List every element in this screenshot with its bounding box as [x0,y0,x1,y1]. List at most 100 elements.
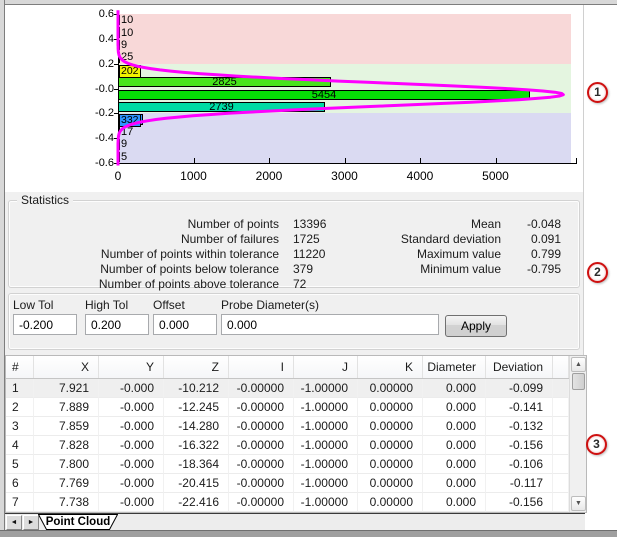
scroll-up-button[interactable]: ▲ [571,357,586,372]
stat-value: 11220 [293,247,326,261]
table-cell: -1.00000 [294,398,358,417]
stat-label: Mean [470,217,501,231]
table-header-cell-y[interactable]: Y [99,356,164,378]
table-row[interactable]: 2 7.889 -0.000 -12.245 -0.00000 -1.00000 0.000… [6,398,569,417]
stat-value: 0.799 [530,247,561,261]
scroll-down-button[interactable]: ▼ [571,496,586,511]
stat-row: Number of points within tolerance 11220 [17,247,353,262]
table-cell: 0.00000 [358,474,423,493]
probe-diameter-label: Probe Diameter(s) [221,298,320,312]
table-cell: -1.00000 [294,417,358,436]
table-cell: -0.156 [486,436,553,455]
high-tol-label: High Tol [85,298,129,312]
table-cell: 5 [6,455,34,474]
table-row[interactable]: 1 7.921 -0.000 -10.212 -0.00000 -1.00000 0.000… [6,379,569,398]
table-cell: 7.859 [34,417,99,436]
scroll-thumb[interactable] [572,373,585,390]
table-cell: 0.000 [423,398,486,417]
table-cell: -18.364 [164,455,229,474]
table-cell: -0.117 [486,474,553,493]
statistics-title: Statistics [17,193,74,207]
table-cell: -0.00000 [229,436,294,455]
table-cell: -0.106 [486,455,553,474]
table-cell: 1 [6,379,34,398]
table-cell: -1.00000 [294,474,358,493]
tab-label: Point Cloud [45,516,111,528]
table-cell: -0.000 [99,493,164,512]
table-cell: -1.00000 [294,379,358,398]
statistics-right-column: Mean -0.048 Standard deviation 0.091 Maximum… [351,217,561,277]
table-cell: 0.00000 [358,379,423,398]
table-header-cell-i[interactable]: I [229,356,294,378]
table-cell: -0.132 [486,417,553,436]
table-cell: 0.000 [423,379,486,398]
table-cell: 3 [6,417,34,436]
table-cell: -1.00000 [294,455,358,474]
table-cell: 0.000 [423,493,486,512]
callout-2: 2 [587,262,608,283]
table-cell: -0.000 [99,455,164,474]
stat-label: Minimum value [420,262,501,276]
table-row[interactable]: 5 7.800 -0.000 -18.364 -0.00000 -1.00000 0.000… [6,455,569,474]
stat-label: Maximum value [416,247,501,261]
table-cell: -0.000 [99,379,164,398]
table-cell: -0.00000 [229,493,294,512]
table-row[interactable]: 7 7.738 -0.000 -22.416 -0.00000 -1.00000 0.000… [6,493,569,512]
stat-row: Number of failures 1725 [17,232,353,247]
table-cell: 7.738 [34,493,99,512]
table-row[interactable]: 4 7.828 -0.000 -16.322 -0.00000 -1.00000 0.000… [6,436,569,455]
table-header-filler [553,356,569,378]
stat-value: -0.795 [526,262,561,276]
table-header-cell-diameter[interactable]: Diameter [423,356,486,378]
table-header-cell-z[interactable]: Z [164,356,229,378]
table-cell: 0.000 [423,455,486,474]
table-cell: -0.00000 [229,379,294,398]
stat-row: Minimum value -0.795 [351,262,561,277]
point-cloud-table: # X Y Z I J K Diameter Deviation 1 7.921 -0.000 -10… [5,355,587,513]
stat-value: 13396 [293,217,327,231]
table-cell: -0.099 [486,379,553,398]
stat-row: Mean -0.048 [351,217,561,232]
table-cell-filler [553,398,569,417]
offset-input[interactable] [153,314,217,335]
table-cell: -0.000 [99,474,164,493]
table-cell-filler [553,417,569,436]
table-row[interactable]: 3 7.859 -0.000 -14.280 -0.00000 -1.00000 0.000… [6,417,569,436]
table-row[interactable]: 6 7.769 -0.000 -20.415 -0.00000 -1.00000 0.000… [6,474,569,493]
table-cell: 0.000 [423,474,486,493]
table-cell: -22.416 [164,493,229,512]
probe-diameter-input[interactable] [221,314,439,335]
table-cell: -0.156 [486,493,553,512]
callout-1: 1 [587,82,608,103]
table-cell: 0.00000 [358,455,423,474]
stat-row: Number of points above tolerance 72 [17,277,353,292]
table-cell: 7.828 [34,436,99,455]
table-header-row: # X Y Z I J K Diameter Deviation [6,356,569,379]
tolerance-panel: Low Tol High Tol Offset Probe Diameter(s) A… [8,293,580,350]
table-cell: -14.280 [164,417,229,436]
table-header-cell-deviation[interactable]: Deviation [486,356,553,378]
offset-label: Offset [153,298,185,312]
table-cell: 4 [6,436,34,455]
high-tol-input[interactable] [85,314,149,335]
vertical-scrollbar[interactable]: ▲ ▼ [569,356,586,512]
table-header-cell-x[interactable]: X [34,356,99,378]
table-cell: 2 [6,398,34,417]
table-cell: -20.415 [164,474,229,493]
table-grid: # X Y Z I J K Diameter Deviation 1 7.921 -0.000 -10… [6,356,569,512]
deviation-histogram-chart: 0 1000 2000 3000 4000 5000 0.6 0.4 0.2 -0.0 -0.2 -0… [5,5,584,192]
apply-button[interactable]: Apply [445,315,507,337]
table-header-cell-j[interactable]: J [294,356,358,378]
table-header-cell-k[interactable]: K [358,356,423,378]
stat-value: 379 [293,262,314,276]
tab-point-cloud[interactable]: Point Cloud [38,514,118,530]
tab-scroll-left-button[interactable]: ◄ [6,515,22,530]
table-cell: 7.921 [34,379,99,398]
table-cell-filler [553,379,569,398]
table-header-cell-index[interactable]: # [6,356,34,378]
low-tol-input[interactable] [13,314,77,335]
table-cell: -1.00000 [294,436,358,455]
stat-label: Number of failures [180,232,279,246]
tab-scroll-right-button[interactable]: ► [23,515,39,530]
table-cell: 0.00000 [358,436,423,455]
